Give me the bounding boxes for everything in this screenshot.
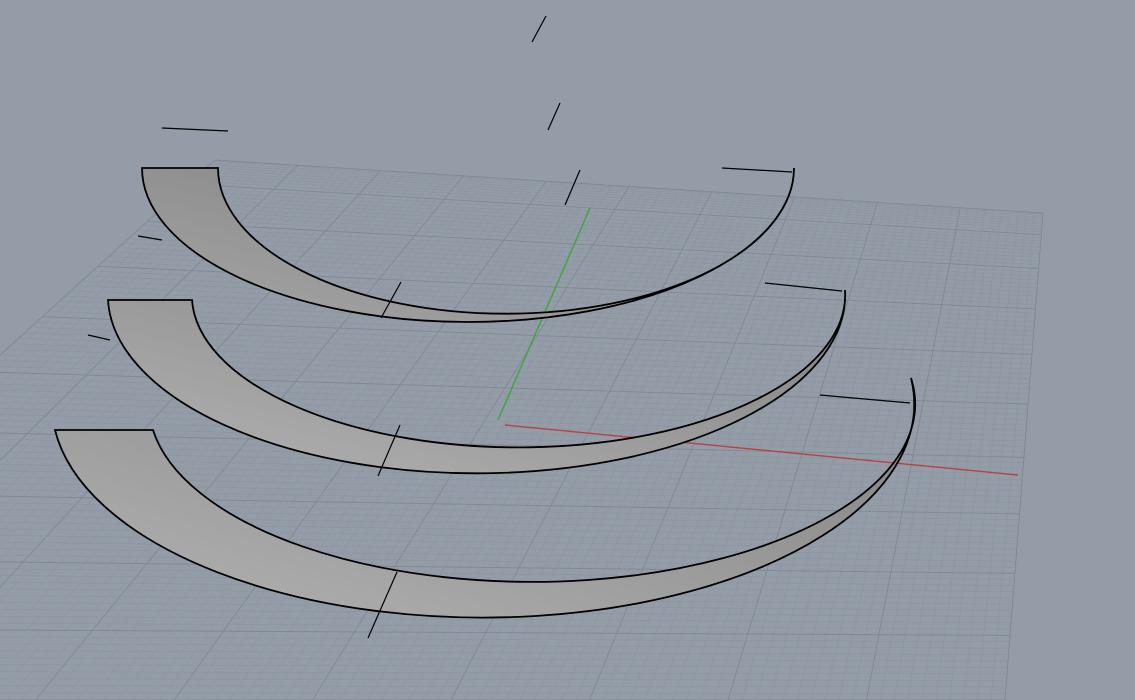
grid-minor-line <box>0 664 1008 668</box>
grid-minor-line <box>0 622 1011 630</box>
surface-seam <box>721 167 793 173</box>
surface-seam <box>531 15 547 43</box>
grid-minor-line <box>0 548 1016 562</box>
surface-seam <box>764 282 843 292</box>
grid-minor-line <box>0 692 1006 694</box>
surface-seam <box>819 394 911 404</box>
grid-minor-line <box>0 685 1007 688</box>
construction-grid <box>0 159 1044 700</box>
grid-minor-line <box>0 678 1007 681</box>
surface-seam <box>161 127 229 132</box>
grid-major-line <box>0 629 1011 636</box>
perspective-viewport[interactable] <box>0 0 1135 700</box>
grid-minor-line <box>0 650 1009 655</box>
grid-minor-line <box>0 671 1008 675</box>
grid-minor-line <box>990 212 1035 700</box>
grid-minor-line <box>0 636 1010 643</box>
viewport-canvas[interactable] <box>0 0 1135 700</box>
surface-seam <box>547 102 561 131</box>
grid-major-line <box>1004 212 1044 700</box>
